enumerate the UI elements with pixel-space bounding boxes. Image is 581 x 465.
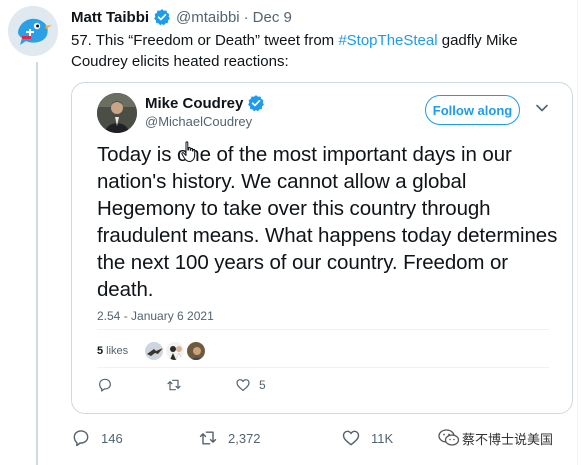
reply-icon [99,378,111,392]
reply-icon [73,430,89,447]
wechat-icon [438,429,460,446]
quoted-reply-button[interactable] [97,377,121,393]
card-divider [97,367,549,368]
quoted-retweet-button[interactable] [166,377,190,393]
reply-button[interactable]: 146 [71,428,198,448]
tweet-text-before: 57. This “Freedom or Death” tweet from [71,32,339,49]
couple-avatar-icon [166,342,185,360]
quoted-like-button[interactable]: 5 [235,377,266,393]
quoted-author-name-row: Mike Coudrey [145,94,265,112]
author-avatar[interactable] [8,6,58,56]
author-handle[interactable]: @mtaibbi [176,9,240,26]
chevron-down-icon[interactable] [534,100,550,116]
card-divider [97,329,549,330]
quoted-tweet-card[interactable]: Mike Coudrey @MichaelCoudrey Follow alon… [71,82,573,414]
eagle-avatar-icon [145,342,164,360]
heart-icon [236,379,250,391]
bird-avatar-icon [8,6,58,56]
thread-line [36,62,38,465]
mouse-cursor-icon [181,141,196,162]
quoted-tweet-text: Today is one of the most important days … [97,143,558,301]
likes-label: likes [106,345,129,357]
header-separator: · [243,8,249,26]
quoted-author-name[interactable]: Mike Coudrey [145,95,243,112]
column-border [577,0,578,465]
likes-row[interactable]: 5 likes [97,339,207,363]
quoted-author-handle[interactable]: @MichaelCoudrey [145,114,252,129]
liker-avatar[interactable] [144,341,165,361]
quoted-like-count: 5 [259,378,266,392]
follow-button[interactable]: Follow along [425,95,520,125]
quoted-author-avatar[interactable] [97,93,137,133]
like-button[interactable]: 11K [341,428,393,448]
liker-avatar[interactable] [165,341,186,361]
verified-badge-icon [248,95,265,112]
reply-count: 146 [101,430,123,446]
author-name[interactable]: Matt Taibbi [71,9,149,26]
tweet-header: Matt Taibbi @mtaibbi · Dec 9 [71,8,292,26]
quoted-tweet-timestamp[interactable]: 2.54 - January 6 2021 [97,309,214,323]
likes-count: 5 [97,345,104,357]
likers-avatars [144,341,207,361]
tweet-date[interactable]: Dec 9 [253,9,292,26]
quoted-actions-bar: 5 [97,377,311,393]
watermark: 蔡不博士说美国 [438,428,553,448]
retweet-icon [167,379,181,391]
retweet-button[interactable]: 2,372 [198,428,341,448]
liker-avatar[interactable] [186,341,207,361]
hashtag-link[interactable]: #StopTheSteal [338,32,437,49]
verified-badge-icon [154,9,170,26]
tweet-actions-bar: 146 2,372 11K [71,428,393,448]
retweet-count: 2,372 [228,430,261,446]
like-count: 11K [371,430,394,446]
watermark-text: 蔡不博士说美国 [462,431,554,447]
person-photo-icon [97,93,137,133]
heart-icon [342,430,360,446]
person-avatar-icon [187,342,206,360]
tweet-text: 57. This “Freedom or Death” tweet from #… [71,30,541,72]
retweet-icon [199,431,217,445]
